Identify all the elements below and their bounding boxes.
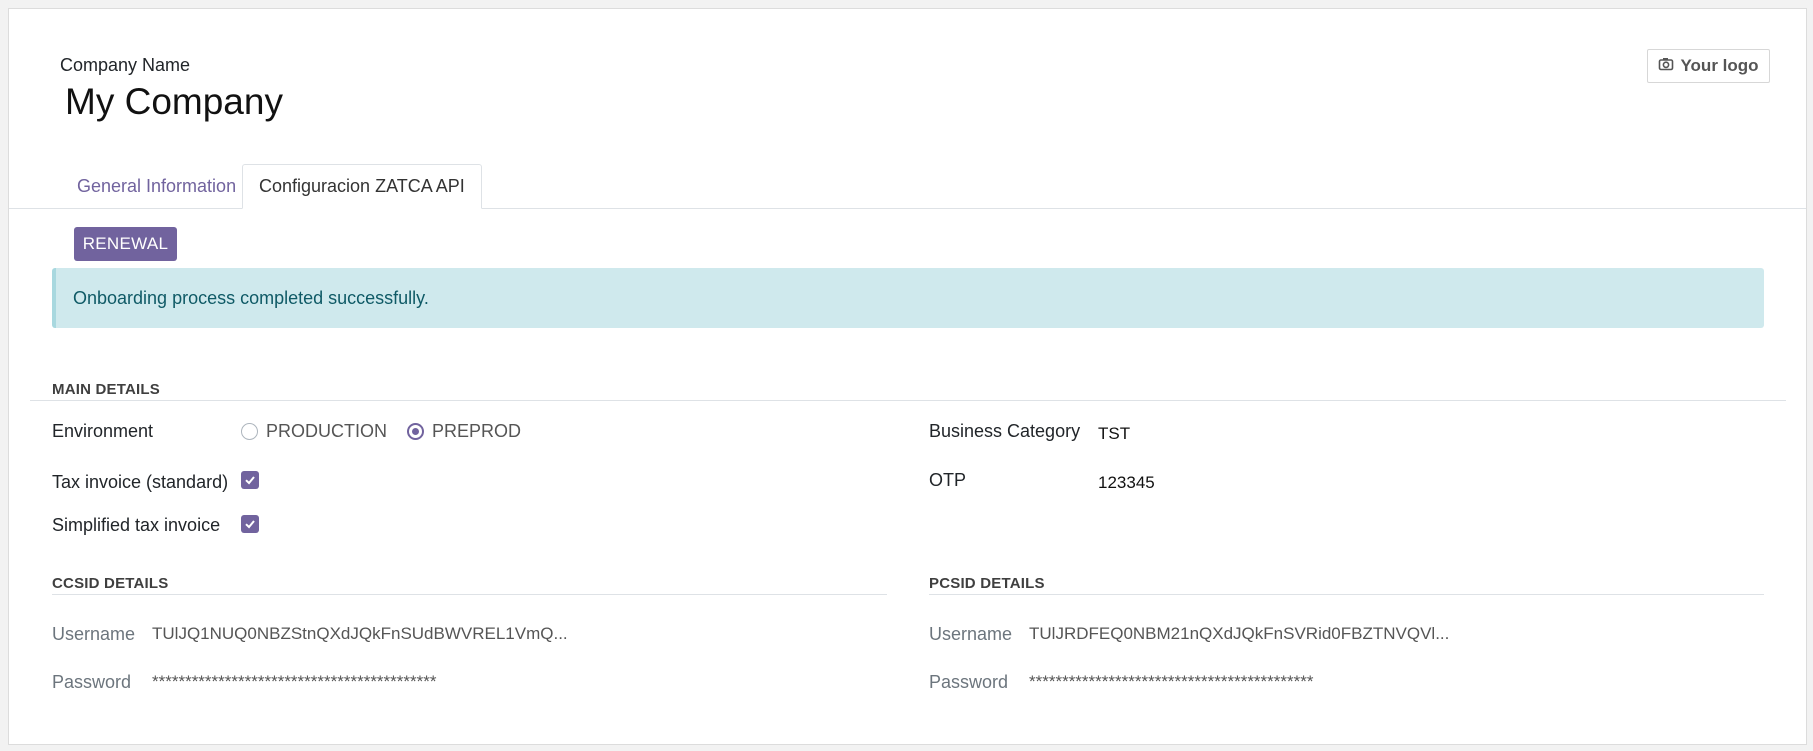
tax-invoice-checkbox[interactable] (241, 471, 259, 489)
pcsid-username-value: TUlJRDFEQ0NBM21nQXdJQkFnSVRid0FBZTNVQVl.… (1029, 624, 1450, 643)
success-alert: Onboarding process completed successfull… (52, 268, 1764, 328)
ccsid-divider (52, 594, 887, 595)
pcsid-username-label: Username (929, 624, 1013, 644)
otp-label: OTP (929, 470, 967, 490)
camera-icon (1658, 56, 1674, 77)
business-category-label: Business Category (929, 421, 1081, 441)
pcsid-password-label: Password (929, 672, 1009, 692)
pcsid-details-title: PCSID DETAILS (929, 575, 1045, 592)
tab-configuracion-zatca-api[interactable]: Configuracion ZATCA API (242, 164, 482, 209)
pcsid-password-value: ****************************************… (1029, 672, 1314, 691)
radio-production[interactable] (241, 423, 258, 440)
tax-invoice-label: Tax invoice (standard) (52, 472, 229, 492)
tab-general-information[interactable]: General Information (61, 164, 252, 209)
ccsid-username-value: TUlJQ1NUQ0NBZStnQXdJQkFnSUdBWVREL1VmQ... (152, 624, 568, 643)
ccsid-username-label: Username (52, 624, 136, 644)
business-category-field[interactable]: TST (1098, 424, 1130, 444)
main-details-divider (30, 400, 1786, 401)
check-icon (245, 476, 255, 485)
radio-preprod[interactable] (407, 423, 424, 440)
simplified-tax-invoice-label: Simplified tax invoice (52, 515, 221, 535)
radio-production-label: PRODUCTION (266, 421, 387, 441)
ccsid-password-label: Password (52, 672, 132, 692)
check-icon (245, 520, 255, 529)
environment-production-option[interactable]: PRODUCTION (241, 421, 387, 442)
logo-upload[interactable]: Your logo (1647, 49, 1770, 83)
renewal-button[interactable]: RENEWAL (74, 227, 177, 261)
ccsid-password-value: ****************************************… (152, 672, 437, 691)
main-details-title: MAIN DETAILS (52, 381, 160, 398)
simplified-tax-invoice-checkbox[interactable] (241, 515, 259, 533)
alert-message: Onboarding process completed successfull… (73, 287, 429, 308)
logo-label: Your logo (1680, 56, 1759, 75)
company-name-field[interactable]: My Company (65, 81, 283, 123)
otp-field[interactable]: 123345 (1098, 473, 1155, 493)
ccsid-details-title: CCSID DETAILS (52, 575, 169, 592)
environment-label: Environment (52, 421, 154, 441)
form-sheet: Company Name My Company Your logo Genera… (8, 8, 1807, 745)
pcsid-divider (929, 594, 1764, 595)
radio-preprod-label: PREPROD (432, 421, 522, 441)
environment-preprod-option[interactable]: PREPROD (407, 421, 521, 442)
company-name-label: Company Name (60, 55, 191, 75)
